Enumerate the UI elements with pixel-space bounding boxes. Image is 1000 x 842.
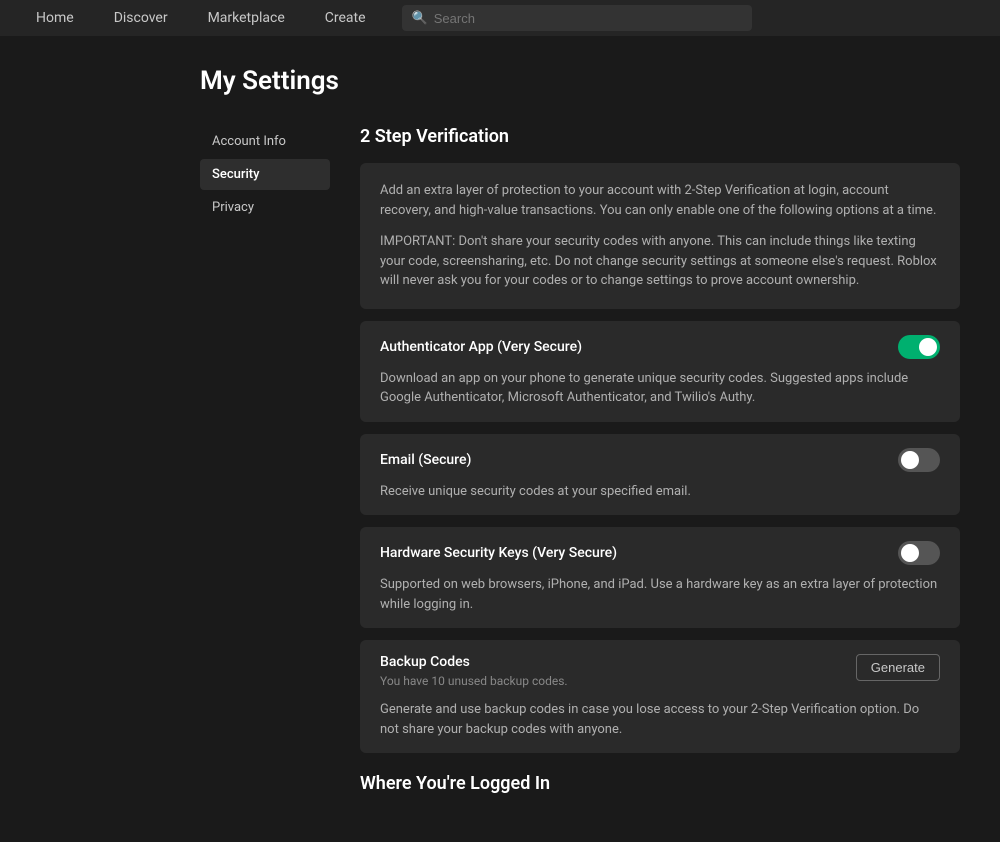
hardware-toggle-slider bbox=[898, 541, 940, 565]
email-option-header: Email (Secure) bbox=[380, 448, 940, 472]
email-toggle[interactable] bbox=[898, 448, 940, 472]
main-content: 2 Step Verification Add an extra layer o… bbox=[360, 126, 960, 802]
section-title: 2 Step Verification bbox=[360, 126, 960, 147]
authenticator-option-title: Authenticator App (Very Secure) bbox=[380, 339, 582, 355]
sidebar: Account Info Security Privacy bbox=[200, 126, 330, 802]
content-layout: Account Info Security Privacy 2 Step Ver… bbox=[200, 126, 960, 802]
sidebar-item-privacy[interactable]: Privacy bbox=[200, 192, 330, 223]
email-toggle-slider bbox=[898, 448, 940, 472]
hardware-option-header: Hardware Security Keys (Very Secure) bbox=[380, 541, 940, 565]
authenticator-toggle-slider bbox=[898, 335, 940, 359]
email-option-title: Email (Secure) bbox=[380, 452, 471, 468]
backup-codes-title: Backup Codes bbox=[380, 654, 568, 670]
top-nav: Home Discover Marketplace Create 🔍 bbox=[0, 0, 1000, 36]
next-section-title: Where You're Logged In bbox=[360, 773, 960, 794]
hardware-toggle[interactable] bbox=[898, 541, 940, 565]
info-card: Add an extra layer of protection to your… bbox=[360, 163, 960, 309]
info-text-1: Add an extra layer of protection to your… bbox=[380, 181, 940, 220]
email-option-card: Email (Secure) Receive unique security c… bbox=[360, 434, 960, 516]
generate-button[interactable]: Generate bbox=[856, 654, 940, 681]
info-text-2: IMPORTANT: Don't share your security cod… bbox=[380, 232, 940, 291]
nav-home[interactable]: Home bbox=[16, 0, 94, 36]
backup-codes-subtitle: You have 10 unused backup codes. bbox=[380, 674, 568, 688]
backup-codes-header: Backup Codes You have 10 unused backup c… bbox=[380, 654, 940, 688]
authenticator-option-header: Authenticator App (Very Secure) bbox=[380, 335, 940, 359]
authenticator-option-desc: Download an app on your phone to generat… bbox=[380, 369, 940, 408]
backup-codes-desc: Generate and use backup codes in case yo… bbox=[380, 700, 940, 739]
nav-discover[interactable]: Discover bbox=[94, 0, 188, 36]
backup-codes-card: Backup Codes You have 10 unused backup c… bbox=[360, 640, 960, 753]
page-container: My Settings Account Info Security Privac… bbox=[0, 36, 1000, 842]
hardware-option-card: Hardware Security Keys (Very Secure) Sup… bbox=[360, 527, 960, 628]
authenticator-option-card: Authenticator App (Very Secure) Download… bbox=[360, 321, 960, 422]
search-icon: 🔍 bbox=[412, 11, 428, 26]
sidebar-item-account-info[interactable]: Account Info bbox=[200, 126, 330, 157]
hardware-option-title: Hardware Security Keys (Very Secure) bbox=[380, 545, 617, 561]
backup-title-group: Backup Codes You have 10 unused backup c… bbox=[380, 654, 568, 688]
nav-marketplace[interactable]: Marketplace bbox=[188, 0, 305, 36]
page-title: My Settings bbox=[200, 66, 960, 96]
nav-create[interactable]: Create bbox=[305, 0, 386, 36]
search-input[interactable] bbox=[434, 11, 742, 26]
hardware-option-desc: Supported on web browsers, iPhone, and i… bbox=[380, 575, 940, 614]
search-bar: 🔍 bbox=[402, 5, 752, 31]
authenticator-toggle[interactable] bbox=[898, 335, 940, 359]
sidebar-item-security[interactable]: Security bbox=[200, 159, 330, 190]
email-option-desc: Receive unique security codes at your sp… bbox=[380, 482, 940, 502]
